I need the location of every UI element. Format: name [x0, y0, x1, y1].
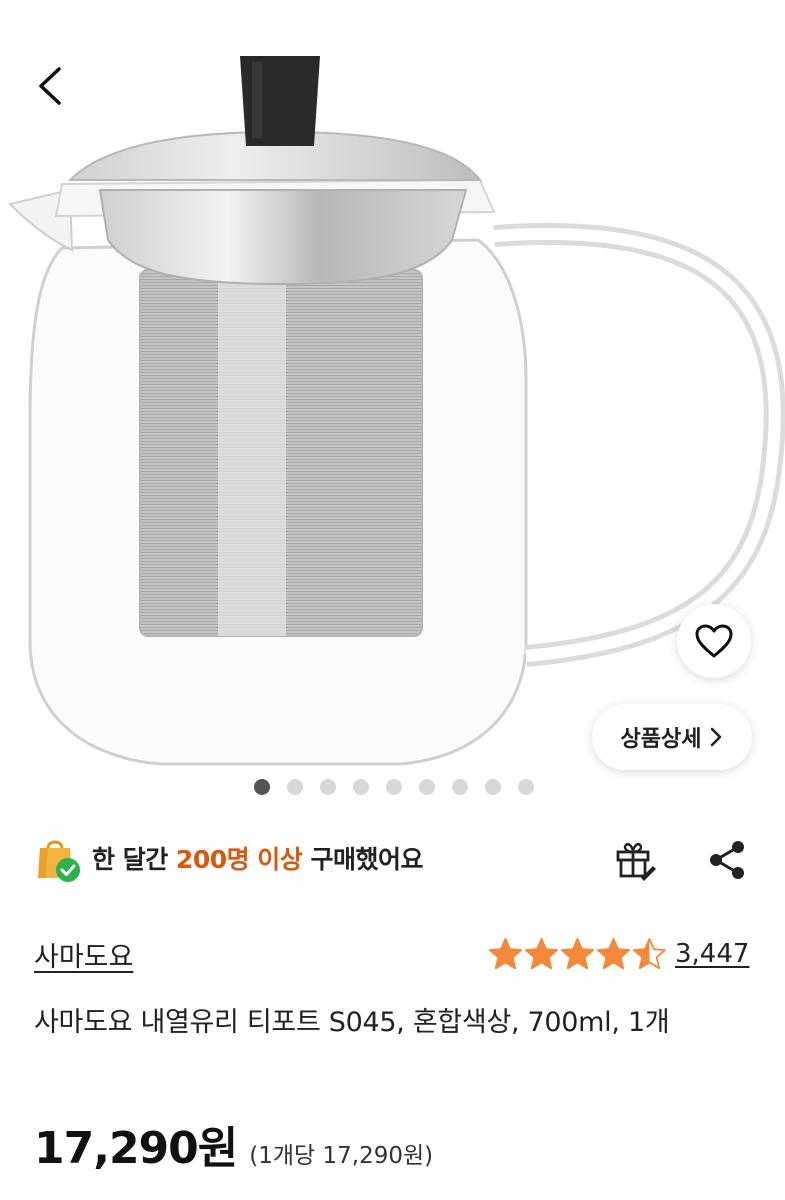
review-count-link[interactable]: 3,447 — [675, 939, 749, 969]
pagination-dot[interactable] — [451, 779, 468, 795]
purchase-count-text: 한 달간 200명 이상 구매했어요 — [92, 840, 424, 876]
gallery-pagination — [0, 779, 785, 795]
product-image-gallery[interactable]: 상품상세 — [0, 0, 785, 810]
product-detail-button[interactable]: 상품상세 — [592, 704, 752, 770]
pagination-dot[interactable] — [418, 779, 435, 795]
pagination-dot[interactable] — [286, 779, 303, 795]
share-button[interactable] — [700, 833, 754, 887]
product-detail-page: 상품상세 한 달간 200명 이상 구매했어요 사마도요 3,447 사마도요 … — [0, 0, 785, 1200]
wishlist-button[interactable] — [677, 604, 751, 678]
pagination-dot[interactable] — [484, 779, 501, 795]
chevron-right-icon — [711, 727, 722, 747]
pagination-dot[interactable] — [385, 779, 402, 795]
heart-outline-icon — [695, 624, 733, 658]
star-full-icon — [525, 937, 558, 969]
pagination-dot[interactable] — [319, 779, 336, 795]
unit-price: (1개당 17,290원) — [249, 1143, 434, 1169]
price-row: 17,290원 (1개당 17,290원) — [34, 1112, 434, 1174]
pagination-dot[interactable] — [352, 779, 369, 795]
rating-summary[interactable]: 3,447 — [488, 934, 749, 974]
gift-icon — [616, 843, 656, 881]
star-full-icon — [597, 937, 630, 969]
purchase-count-highlight: 200명 이상 — [175, 845, 303, 874]
teapot-image — [8, 56, 785, 766]
purchase-count-prefix: 한 달간 — [92, 845, 176, 874]
star-rating — [488, 937, 667, 972]
chevron-left-icon — [39, 67, 61, 105]
pagination-dot[interactable] — [517, 779, 534, 795]
pagination-dot[interactable] — [253, 779, 270, 795]
star-half-icon — [633, 937, 666, 969]
product-detail-label: 상품상세 — [620, 727, 702, 752]
shopping-bag-check-icon — [38, 840, 80, 882]
brand-link[interactable]: 사마도요 — [34, 935, 133, 974]
star-full-icon — [561, 937, 594, 969]
product-title: 사마도요 내열유리 티포트 S045, 혼합색상, 700ml, 1개 — [34, 1007, 670, 1038]
sale-price: 17,290원 — [34, 1123, 238, 1174]
purchase-count-suffix: 구매했어요 — [302, 845, 424, 874]
share-icon — [710, 841, 744, 879]
star-full-icon — [489, 937, 522, 969]
back-button[interactable] — [22, 58, 78, 114]
gift-button[interactable] — [608, 833, 662, 887]
